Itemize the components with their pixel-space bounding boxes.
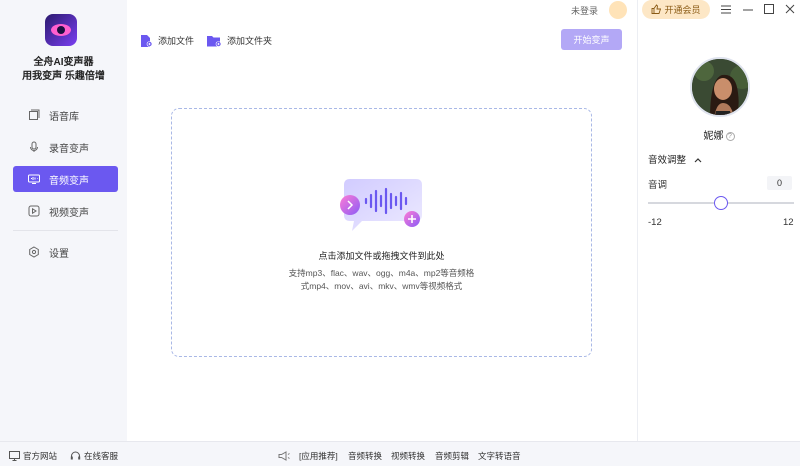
drop-zone-formats-2: 式mp4、mov、avi、mkv、wmv等视频格式 — [300, 281, 463, 291]
pitch-max-label: 12 — [783, 217, 794, 228]
nav-item-label: 视频变声 — [49, 207, 89, 219]
vip-label: 开通会员 — [664, 5, 701, 15]
effects-section-toggle[interactable]: 音效调整 — [648, 152, 702, 166]
recommend-label: [应用推荐] — [299, 451, 338, 461]
footer-bar: 官方网站 在线客服 [应用推荐] 音频转换 视频转换 音频剪辑 文字转语音 — [0, 441, 800, 466]
official-website-link[interactable]: 官方网站 — [9, 450, 57, 462]
add-file-button[interactable]: 添加文件 — [140, 34, 194, 47]
monitor-icon — [9, 451, 20, 461]
sidebar: 全舟AI变声器 用我变声 乐趣倍增 语音库 录音变声 音频变声 视频变声 设置 — [0, 0, 127, 441]
footer-link-text-to-speech[interactable]: 文字转语音 — [478, 450, 521, 462]
nav-item-label: 音频变声 — [49, 175, 89, 187]
service-label: 在线客服 — [84, 451, 119, 461]
gear-icon — [28, 246, 40, 258]
nav-item-record-voice[interactable]: 录音变声 — [13, 134, 118, 160]
voice-avatar[interactable] — [690, 57, 750, 117]
app-logo-icon — [45, 14, 77, 46]
title-bar: 未登录 开通会员 — [560, 0, 800, 20]
website-label: 官方网站 — [23, 451, 58, 461]
nav-item-settings[interactable]: 设置 — [13, 239, 118, 265]
nav-item-label: 录音变声 — [49, 143, 89, 155]
add-folder-icon — [207, 35, 222, 47]
chevron-up-icon — [694, 155, 702, 166]
drop-zone-formats: 支持mp3、flac、wav、ogg、m4a、mp2等音频格 — [288, 268, 475, 278]
vip-button[interactable]: 开通会员 — [642, 0, 710, 19]
thumbs-up-icon — [651, 3, 662, 16]
footer-link-audio-edit[interactable]: 音频剪辑 — [435, 450, 469, 462]
voice-settings-panel: 妮娜? 音效调整 音调 0 -12 12 — [637, 0, 800, 441]
add-file-label: 添加文件 — [158, 36, 195, 46]
pitch-min-label: -12 — [648, 217, 662, 228]
effects-title: 音效调整 — [648, 155, 687, 166]
app-name: 全舟AI变声器 — [33, 57, 94, 68]
cube-icon — [28, 109, 40, 121]
drop-zone-title: 点击添加文件或拖拽文件到此处 — [318, 251, 445, 261]
start-conversion-button[interactable]: 开始变声 — [561, 29, 622, 50]
pitch-value-input[interactable]: 0 — [767, 176, 792, 190]
add-file-icon — [140, 34, 153, 47]
nav-item-label: 语音库 — [49, 111, 79, 123]
pitch-slider-thumb[interactable] — [714, 196, 728, 210]
headset-icon — [70, 451, 81, 461]
pitch-label: 音调 — [648, 180, 668, 191]
login-status[interactable]: 未登录 — [571, 4, 598, 17]
add-folder-label: 添加文件夹 — [227, 36, 273, 46]
minimize-icon[interactable] — [741, 2, 755, 16]
nav-item-voice-library[interactable]: 语音库 — [13, 102, 118, 128]
main-panel: 添加文件 添加文件夹 开始变声 点击添加文件或拖拽文件到此处 支持mp3、fla… — [127, 0, 637, 441]
menu-icon[interactable] — [719, 2, 733, 16]
megaphone-icon — [278, 451, 290, 461]
play-icon — [28, 205, 40, 217]
maximize-icon[interactable] — [762, 2, 776, 16]
close-icon[interactable] — [783, 2, 797, 16]
audio-wave-illustration-icon — [332, 175, 428, 235]
footer-link-audio-convert[interactable]: 音频转换 — [348, 450, 382, 462]
file-drop-zone[interactable]: 点击添加文件或拖拽文件到此处 支持mp3、flac、wav、ogg、m4a、mp… — [171, 108, 592, 357]
recommend-section: [应用推荐] — [278, 450, 338, 462]
help-icon[interactable]: ? — [725, 131, 735, 141]
audio-screen-icon — [28, 173, 40, 185]
nav-menu: 语音库 录音变声 音频变声 视频变声 设置 — [13, 102, 118, 271]
nav-item-audio-voice[interactable]: 音频变声 — [13, 166, 118, 192]
nav-divider — [13, 230, 118, 231]
nav-item-label: 设置 — [49, 248, 69, 260]
voice-name: 妮娜? — [638, 127, 800, 142]
user-avatar[interactable] — [609, 1, 627, 19]
add-folder-button[interactable]: 添加文件夹 — [207, 34, 272, 47]
app-slogan: 用我变声 乐趣倍增 — [22, 71, 105, 82]
microphone-icon — [28, 141, 40, 153]
footer-link-video-convert[interactable]: 视频转换 — [391, 450, 425, 462]
voice-name-text: 妮娜 — [703, 131, 724, 142]
nav-item-video-voice[interactable]: 视频变声 — [13, 198, 118, 224]
online-service-link[interactable]: 在线客服 — [70, 450, 118, 462]
